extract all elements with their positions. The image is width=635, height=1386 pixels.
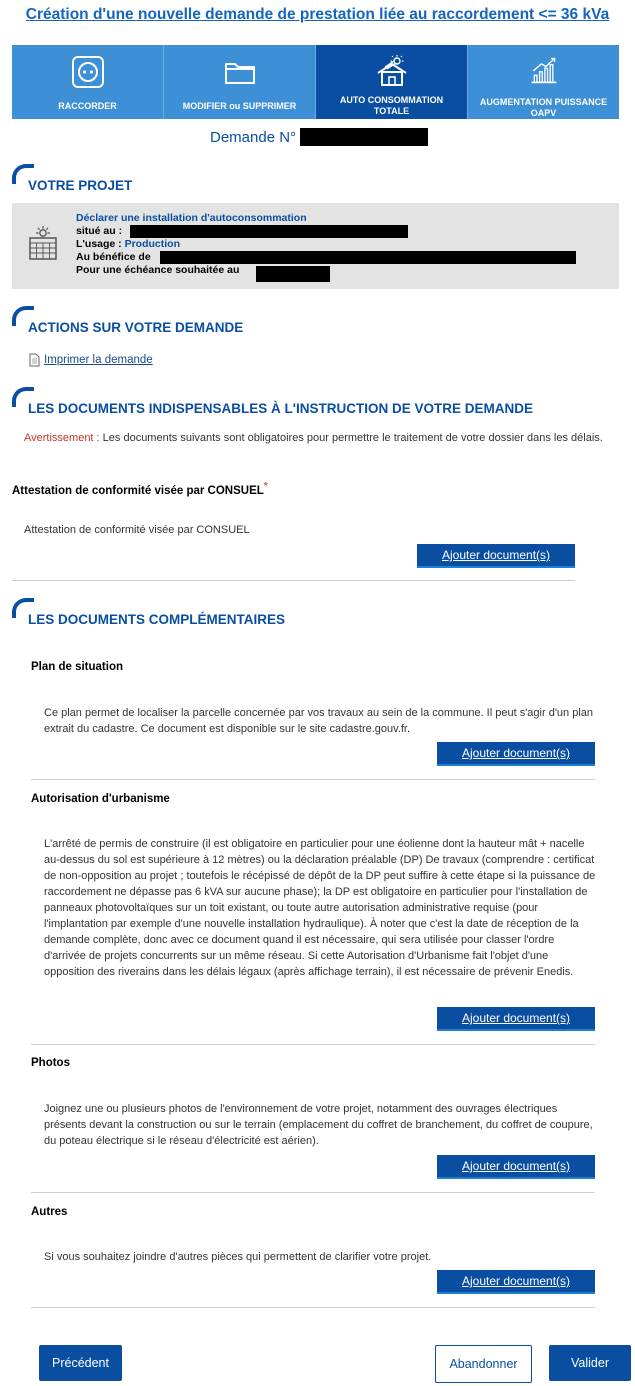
project-situe-label: situé au : xyxy=(76,225,123,237)
folder-icon xyxy=(224,63,255,84)
section-title: VOTRE PROJET xyxy=(28,178,133,193)
page-title[interactable]: Création d'une nouvelle demande de prest… xyxy=(0,6,635,24)
validate-button[interactable]: Valider xyxy=(549,1345,631,1381)
section-title: ACTIONS SUR VOTRE DEMANDE xyxy=(28,320,244,335)
calendar-sun-icon xyxy=(29,226,57,260)
document-icon xyxy=(29,353,40,367)
tab-augmentation[interactable]: AUGMENTATION PUISSANCE OAPV xyxy=(468,45,619,119)
tab-label: AUTO CONSOMMATION TOTALE xyxy=(339,95,444,116)
power-outlet-icon xyxy=(71,56,104,88)
add-document-button-consuel[interactable]: Ajouter document(s) xyxy=(417,544,575,568)
solar-house-icon xyxy=(376,55,407,86)
tab-label: AUGMENTATION PUISSANCE OAPV xyxy=(479,97,608,118)
abandon-button[interactable]: Abandonner xyxy=(435,1345,532,1383)
project-usage: L'usage : Production xyxy=(76,238,180,250)
redacted-address xyxy=(130,225,408,238)
add-document-button-autorisation-urbanisme[interactable]: Ajouter document(s) xyxy=(437,1007,595,1031)
usage-label: L'usage : xyxy=(76,238,122,250)
doc-desc-photos: Joignez une ou plusieurs photos de l'env… xyxy=(44,1103,593,1147)
doc-title: Attestation de conformité visée par CONS… xyxy=(12,484,264,497)
add-document-button-autres[interactable]: Ajouter document(s) xyxy=(437,1270,595,1294)
tab-label: RACCORDER xyxy=(58,101,117,111)
growth-chart-icon xyxy=(531,57,556,84)
divider xyxy=(31,1044,595,1045)
demande-number-label: Demande N° xyxy=(210,129,297,146)
service-tabs: RACCORDER MODIFIER ou SUPPRIMER AUTO CON… xyxy=(12,45,619,119)
doc-desc-consuel: Attestation de conformité visée par CONS… xyxy=(24,524,250,536)
tab-label: MODIFIER ou SUPPRIMER xyxy=(182,101,297,111)
warning-text: Les documents suivants sont obligatoires… xyxy=(99,432,603,444)
usage-value: Production xyxy=(124,238,181,250)
add-document-button-photos[interactable]: Ajouter document(s) xyxy=(437,1155,595,1179)
tab-raccorder[interactable]: RACCORDER xyxy=(12,45,164,119)
redacted-date xyxy=(256,266,330,282)
section-title: LES DOCUMENTS COMPLÉMENTAIRES xyxy=(28,612,286,627)
section-title: LES DOCUMENTS INDISPENSABLES À L'INSTRUC… xyxy=(28,401,533,416)
tab-autoconsommation[interactable]: AUTO CONSOMMATION TOTALE xyxy=(316,45,468,119)
divider xyxy=(31,1192,595,1193)
divider xyxy=(12,580,575,581)
divider xyxy=(31,779,595,780)
required-marker: * xyxy=(263,481,268,492)
previous-button[interactable]: Précédent xyxy=(39,1345,122,1381)
doc-title-autorisation-urbanisme: Autorisation d'urbanisme xyxy=(31,793,170,805)
doc-title-plan-situation: Plan de situation xyxy=(31,661,124,673)
doc-title-photos: Photos xyxy=(31,1057,70,1069)
add-document-button-plan-situation[interactable]: Ajouter document(s) xyxy=(437,742,595,766)
redacted-beneficiary xyxy=(160,251,576,264)
divider xyxy=(31,1307,595,1308)
doc-title-consuel: Attestation de conformité visée par CONS… xyxy=(12,481,268,497)
doc-desc-autorisation-urbanisme: L'arrêté de permis de construire (il est… xyxy=(44,838,596,978)
project-echeance-label: Pour une échéance souhaitée au xyxy=(76,264,240,276)
project-benefice-label: Au bénéfice de xyxy=(76,251,151,263)
project-declare-title: Déclarer une installation d'autoconsomma… xyxy=(76,212,307,224)
doc-desc-autres: Si vous souhaitez joindre d'autres pièce… xyxy=(44,1251,432,1263)
tab-modifier[interactable]: MODIFIER ou SUPPRIMER xyxy=(164,45,316,119)
print-link-label: Imprimer la demande xyxy=(44,354,153,366)
warning-label: Avertissement : xyxy=(24,432,100,444)
redacted-demande-number xyxy=(300,128,428,146)
doc-desc-plan-situation: Ce plan permet de localiser la parcelle … xyxy=(44,707,594,735)
print-request-link[interactable]: Imprimer la demande xyxy=(29,353,153,367)
doc-title-autres: Autres xyxy=(31,1206,68,1218)
warning-message: Avertissement : Les documents suivants s… xyxy=(24,430,624,446)
